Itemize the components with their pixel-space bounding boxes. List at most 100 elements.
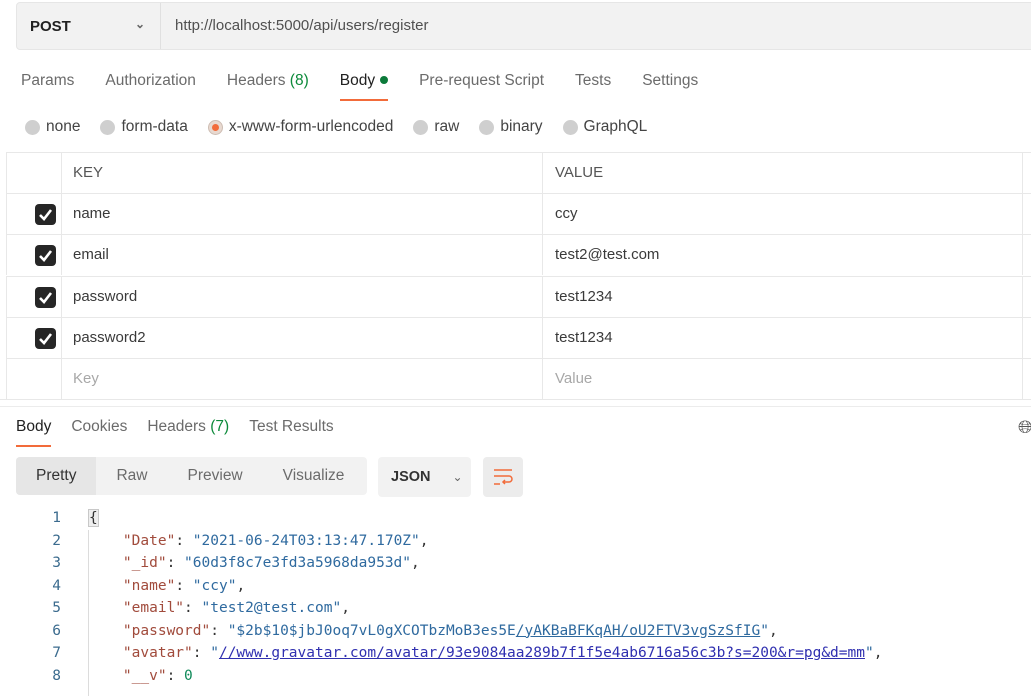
tab-headers[interactable]: Headers (8) <box>227 72 309 90</box>
radio-button-icon <box>25 119 40 135</box>
tab-body[interactable]: Body <box>339 72 389 101</box>
tab-label: Authorization <box>105 72 196 89</box>
json-string-end: " <box>864 645 874 661</box>
json-string: "$2b$10$jbJ0oq7vL0gXCOTbzMoB3es5E <box>227 622 516 639</box>
checkbox-cell <box>6 276 62 317</box>
response-tabs: Body Cookies Headers (7) Test Results <box>16 418 354 447</box>
code-line: "__v": 0 <box>122 667 193 684</box>
format-label: JSON <box>391 469 431 485</box>
wrap-lines-icon <box>494 469 513 485</box>
method-select[interactable]: POST ⌄ <box>17 3 161 49</box>
tab-params[interactable]: Params <box>21 72 74 90</box>
row-value[interactable]: test2@test.com <box>542 235 1022 276</box>
tab-pre-request-script[interactable]: Pre-request Script <box>419 72 544 90</box>
method-label: POST <box>30 17 71 35</box>
line-number: 6 <box>52 622 61 639</box>
radio-form-data[interactable]: form-data <box>100 118 188 136</box>
format-select[interactable]: JSON ⌄ <box>378 457 471 497</box>
view-mode-visualize[interactable]: Visualize <box>263 457 365 495</box>
view-mode-raw[interactable]: Raw <box>96 457 167 495</box>
url-input[interactable]: http://localhost:5000/api/users/register <box>175 17 428 34</box>
radio-button-icon <box>413 119 429 135</box>
row-value[interactable]: ccy <box>542 194 1022 234</box>
json-key: "password" <box>122 622 211 639</box>
url-bar: POST ⌄ http://localhost:5000/api/users/re… <box>16 2 1031 50</box>
json-link[interactable]: //www.gravatar.com/avatar/93e9084aa289b7… <box>219 645 865 661</box>
response-tab-cookies[interactable]: Cookies <box>71 418 127 436</box>
modified-dot-icon <box>380 76 389 84</box>
code-line: { <box>88 509 99 527</box>
row-key[interactable]: password <box>73 288 137 305</box>
comma: , <box>768 622 778 639</box>
row-checkbox[interactable] <box>35 204 56 225</box>
comma: , <box>236 577 246 594</box>
radio-button-icon <box>100 119 116 135</box>
pane-splitter[interactable] <box>0 406 1031 407</box>
radio-none[interactable]: none <box>25 118 80 136</box>
row-key[interactable]: email <box>73 246 109 263</box>
request-tabs: Params Authorization Headers (8) Body Pre-re… <box>21 72 729 101</box>
table-row: password test1234 <box>6 275 1031 317</box>
code-line: "email": "test2@test.com", <box>122 600 350 616</box>
radio-button-icon <box>207 119 223 135</box>
tab-label: Body <box>339 72 376 89</box>
value-input[interactable]: Value <box>542 359 1022 399</box>
line-number: 1 <box>52 510 61 526</box>
json-key: "avatar" <box>122 645 193 661</box>
response-tab-headers[interactable]: Headers (7) <box>147 418 229 436</box>
json-key: "_id" <box>122 555 167 571</box>
tab-settings[interactable]: Settings <box>642 72 698 90</box>
table-row: email test2@test.com <box>6 234 1031 276</box>
radio-binary[interactable]: binary <box>479 118 543 136</box>
radio-label: raw <box>434 118 460 135</box>
radio-raw[interactable]: raw <box>413 118 459 136</box>
view-mode-preview[interactable]: Preview <box>168 457 263 495</box>
radio-label: form-data <box>121 118 188 135</box>
new-row: Key Value <box>6 358 1031 399</box>
checkbox-cell <box>6 194 62 234</box>
value-header: VALUE <box>542 153 1022 193</box>
json-link[interactable]: /yAKBaBFKqAH/oU2FTV3vgSzSfIG <box>516 623 760 639</box>
radio-x-www-form-urlencoded[interactable]: x-www-form-urlencoded <box>207 118 394 136</box>
view-mode-pretty[interactable]: Pretty <box>16 457 97 495</box>
radio-label: GraphQL <box>583 118 648 135</box>
row-checkbox[interactable] <box>35 327 56 349</box>
json-string: "ccy" <box>192 577 237 594</box>
tab-label: Test Results <box>249 418 334 435</box>
row-checkbox[interactable] <box>35 245 56 267</box>
radio-button-icon <box>479 119 495 135</box>
row-value[interactable]: test1234 <box>542 317 1022 358</box>
code-line: "Date": "2021-06-24T03:13:47.170Z", <box>122 532 429 549</box>
code-line: "password": "$2b$10$jbJ0oq7vL0gXCOTbzMoB… <box>122 622 778 639</box>
radio-button-icon <box>562 119 578 135</box>
view-mode-tabs: Pretty Raw Preview Visualize <box>16 457 367 495</box>
response-tab-test-results[interactable]: Test Results <box>249 418 333 436</box>
tab-tests[interactable]: Tests <box>575 72 611 90</box>
tab-authorization[interactable]: Authorization <box>105 72 195 90</box>
globe-icon[interactable]: 🌐︎ <box>1018 417 1031 438</box>
code-line: "name": "ccy", <box>122 577 246 594</box>
line-number: 2 <box>52 532 61 549</box>
radio-label: x-www-form-urlencoded <box>228 118 394 135</box>
comma: , <box>873 645 883 661</box>
radio-graphql[interactable]: GraphQL <box>562 118 648 136</box>
row-checkbox[interactable] <box>35 286 56 308</box>
row-key[interactable]: password2 <box>73 329 146 346</box>
tab-label: Params <box>21 72 75 89</box>
line-number: 4 <box>52 577 61 594</box>
row-value[interactable]: test1234 <box>542 276 1022 317</box>
divider <box>0 399 1031 400</box>
row-key[interactable]: name <box>73 205 111 222</box>
wrap-lines-button[interactable] <box>483 457 523 497</box>
line-number: 8 <box>52 667 61 684</box>
json-string: "2021-06-24T03:13:47.170Z" <box>192 532 420 549</box>
key-header: KEY <box>73 164 104 181</box>
row-extra <box>1022 194 1023 234</box>
checkbox-cell <box>6 235 62 276</box>
json-string-end: " <box>760 622 769 639</box>
json-key: "name" <box>122 577 176 594</box>
radio-label: binary <box>500 118 543 135</box>
chevron-down-icon: ⌄ <box>135 17 146 31</box>
response-tab-body[interactable]: Body <box>16 418 52 447</box>
key-input[interactable]: Key <box>73 370 99 387</box>
